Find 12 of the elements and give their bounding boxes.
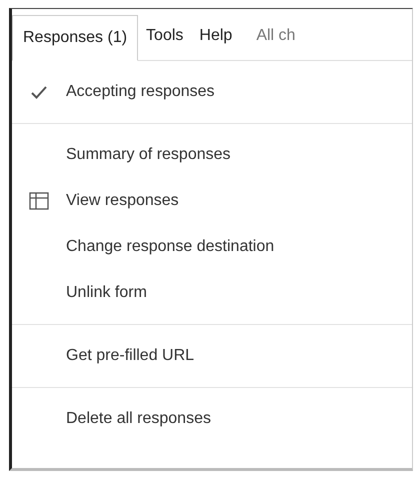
menu-item[interactable]: Get pre-filled URL bbox=[66, 344, 194, 368]
menu-item[interactable]: Delete all responses bbox=[66, 407, 211, 431]
menu-item[interactable]: Unlink form bbox=[66, 281, 147, 305]
menu-item[interactable]: Change response destination bbox=[66, 235, 274, 259]
menu-bar-item[interactable]: Responses (1) bbox=[12, 15, 138, 61]
table-icon bbox=[29, 192, 49, 210]
menu-item[interactable]: View responses bbox=[66, 189, 179, 213]
menu-bar-item[interactable]: Tools bbox=[138, 24, 192, 60]
menu-bar-item[interactable]: Help bbox=[191, 24, 240, 60]
menu-item[interactable]: Summary of responses bbox=[66, 143, 231, 167]
menu-item[interactable]: Accepting responses bbox=[66, 80, 215, 104]
save-status: All ch bbox=[256, 26, 296, 46]
